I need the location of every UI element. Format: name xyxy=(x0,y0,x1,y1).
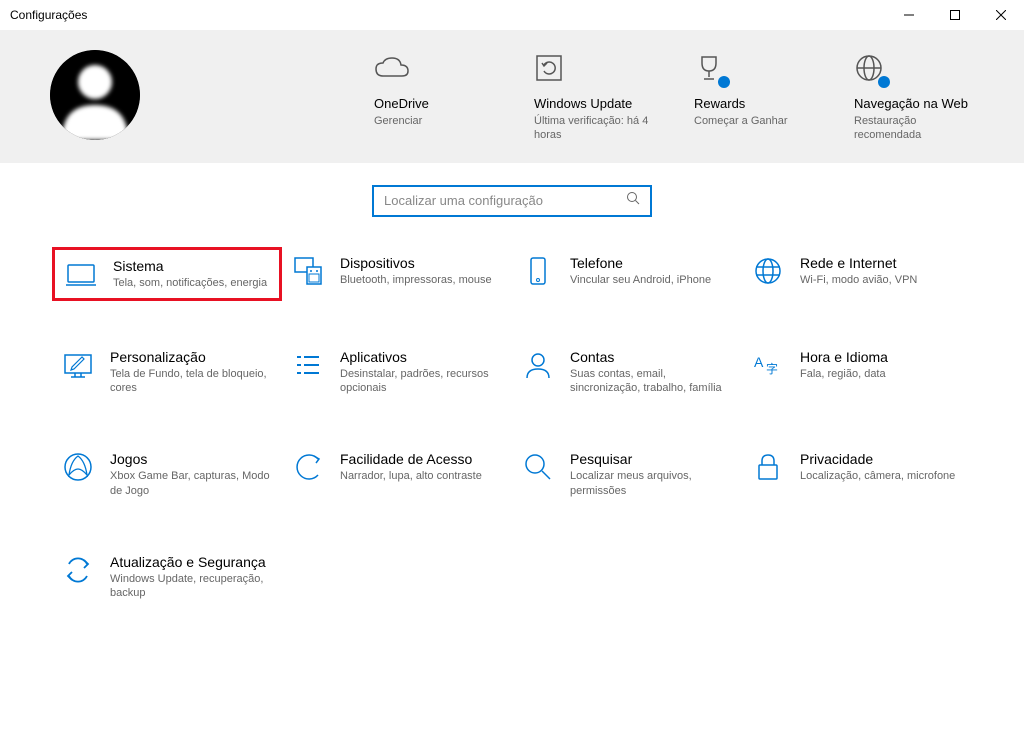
update-icon xyxy=(534,50,564,86)
network-icon xyxy=(752,255,784,287)
user-avatar[interactable] xyxy=(50,50,140,140)
category-title: Atualização e Segurança xyxy=(110,554,272,570)
system-icon xyxy=(65,258,97,290)
category-sub: Windows Update, recuperação, backup xyxy=(110,572,272,601)
search-box[interactable] xyxy=(372,185,652,217)
category-sub: Narrador, lupa, alto contraste xyxy=(340,469,502,483)
category-title: Sistema xyxy=(113,258,269,274)
category-devices[interactable]: Dispositivos Bluetooth, impressoras, mou… xyxy=(282,247,512,301)
rewards-card[interactable]: Rewards Começar a Ganhar xyxy=(694,50,814,143)
category-title: Personalização xyxy=(110,349,272,365)
category-sub: Xbox Game Bar, capturas, Modo de Jogo xyxy=(110,469,272,498)
onedrive-card[interactable]: OneDrive Gerenciar xyxy=(374,50,494,143)
banner-card-sub: Gerenciar xyxy=(374,114,422,128)
banner-card-sub: Restauração recomendada xyxy=(854,114,974,143)
banner-card-title: Navegação na Web xyxy=(854,96,968,111)
cloud-icon xyxy=(374,50,410,86)
ease-of-access-icon xyxy=(292,451,324,483)
category-privacy[interactable]: Privacidade Localização, câmera, microfo… xyxy=(742,443,972,506)
search-container xyxy=(0,163,1024,247)
category-title: Rede e Internet xyxy=(800,255,962,271)
svg-text:字: 字 xyxy=(766,361,778,376)
windows-update-card[interactable]: Windows Update Última verificação: há 4 … xyxy=(534,50,654,143)
rewards-icon xyxy=(694,50,724,86)
banner-card-sub: Última verificação: há 4 horas xyxy=(534,114,654,143)
category-sub: Wi-Fi, modo avião, VPN xyxy=(800,273,962,287)
category-sub: Bluetooth, impressoras, mouse xyxy=(340,273,502,287)
category-title: Facilidade de Acesso xyxy=(340,451,502,467)
personalization-icon xyxy=(62,349,94,381)
category-title: Dispositivos xyxy=(340,255,502,271)
category-accounts[interactable]: Contas Suas contas, email, sincronização… xyxy=(512,341,742,404)
search-category-icon xyxy=(522,451,554,483)
globe-icon xyxy=(854,50,884,86)
category-title: Jogos xyxy=(110,451,272,467)
phone-icon xyxy=(522,255,554,287)
category-gaming[interactable]: Jogos Xbox Game Bar, capturas, Modo de J… xyxy=(52,443,282,506)
category-sub: Fala, região, data xyxy=(800,367,962,381)
notification-dot-icon xyxy=(718,76,730,88)
category-sub: Tela de Fundo, tela de bloqueio, cores xyxy=(110,367,272,396)
category-system[interactable]: Sistema Tela, som, notificações, energia xyxy=(52,247,282,301)
category-title: Hora e Idioma xyxy=(800,349,962,365)
close-button[interactable] xyxy=(978,0,1024,30)
maximize-button[interactable] xyxy=(932,0,978,30)
banner-cards: OneDrive Gerenciar Windows Update Última… xyxy=(374,50,974,143)
category-title: Contas xyxy=(570,349,732,365)
category-phone[interactable]: Telefone Vincular seu Android, iPhone xyxy=(512,247,742,301)
time-language-icon: A字 xyxy=(752,349,784,381)
privacy-icon xyxy=(752,451,784,483)
categories-grid: Sistema Tela, som, notificações, energia… xyxy=(0,247,1024,609)
update-security-icon xyxy=(62,554,94,586)
titlebar: Configurações xyxy=(0,0,1024,30)
svg-text:A: A xyxy=(754,354,764,370)
category-sub: Localizar meus arquivos, permissões xyxy=(570,469,732,498)
search-input[interactable] xyxy=(384,193,626,208)
category-search[interactable]: Pesquisar Localizar meus arquivos, permi… xyxy=(512,443,742,506)
category-update-security[interactable]: Atualização e Segurança Windows Update, … xyxy=(52,546,282,609)
minimize-button[interactable] xyxy=(886,0,932,30)
category-title: Pesquisar xyxy=(570,451,732,467)
web-browsing-card[interactable]: Navegação na Web Restauração recomendada xyxy=(854,50,974,143)
category-title: Telefone xyxy=(570,255,732,271)
category-title: Aplicativos xyxy=(340,349,502,365)
account-banner: OneDrive Gerenciar Windows Update Última… xyxy=(0,30,1024,163)
notification-dot-icon xyxy=(878,76,890,88)
window-title: Configurações xyxy=(10,8,87,22)
banner-card-title: Rewards xyxy=(694,96,745,111)
banner-card-sub: Começar a Ganhar xyxy=(694,114,788,128)
category-ease-of-access[interactable]: Facilidade de Acesso Narrador, lupa, alt… xyxy=(282,443,512,506)
category-sub: Suas contas, email, sincronização, traba… xyxy=(570,367,732,396)
banner-card-title: OneDrive xyxy=(374,96,429,111)
category-sub: Desinstalar, padrões, recursos opcionais xyxy=(340,367,502,396)
banner-card-title: Windows Update xyxy=(534,96,632,111)
category-network[interactable]: Rede e Internet Wi-Fi, modo avião, VPN xyxy=(742,247,972,301)
titlebar-controls xyxy=(886,0,1024,30)
category-sub: Tela, som, notificações, energia xyxy=(113,276,269,290)
category-time-language[interactable]: A字 Hora e Idioma Fala, região, data xyxy=(742,341,972,404)
search-icon xyxy=(626,191,640,210)
devices-icon xyxy=(292,255,324,287)
accounts-icon xyxy=(522,349,554,381)
category-sub: Localização, câmera, microfone xyxy=(800,469,962,483)
gaming-icon xyxy=(62,451,94,483)
category-sub: Vincular seu Android, iPhone xyxy=(570,273,732,287)
category-apps[interactable]: Aplicativos Desinstalar, padrões, recurs… xyxy=(282,341,512,404)
category-title: Privacidade xyxy=(800,451,962,467)
category-personalization[interactable]: Personalização Tela de Fundo, tela de bl… xyxy=(52,341,282,404)
apps-icon xyxy=(292,349,324,381)
